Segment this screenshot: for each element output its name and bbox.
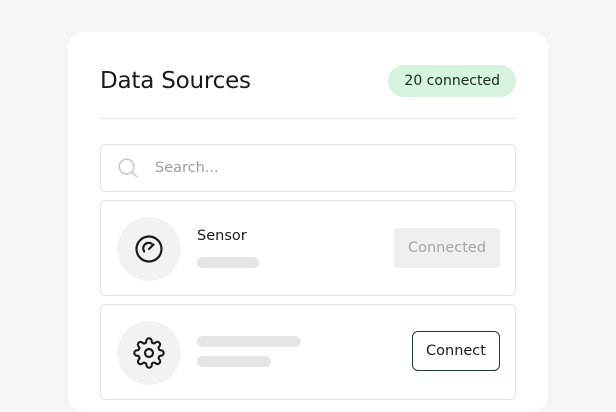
connected-count-badge: 20 connected xyxy=(388,65,516,97)
card-header: Data Sources 20 connected xyxy=(100,64,516,98)
search-box[interactable] xyxy=(100,144,516,192)
connected-button[interactable]: Connected xyxy=(394,228,500,268)
gear-icon xyxy=(133,337,165,369)
source-name: Sensor xyxy=(197,228,247,244)
page-title: Data Sources xyxy=(100,68,251,94)
connect-button[interactable]: Connect xyxy=(412,331,500,371)
source-avatar xyxy=(117,217,181,281)
search-input[interactable] xyxy=(155,160,495,176)
source-description-placeholder xyxy=(197,257,259,268)
search-icon xyxy=(118,158,138,178)
source-row-sensor: Sensor Connected xyxy=(100,200,516,296)
gauge-icon xyxy=(135,235,163,263)
header-divider xyxy=(100,118,516,119)
source-description-placeholder xyxy=(197,356,271,367)
source-row-settings: Connect xyxy=(100,304,516,400)
source-avatar xyxy=(117,321,181,385)
data-sources-card: Data Sources 20 connected Sensor Connect… xyxy=(68,32,548,412)
source-name-placeholder xyxy=(197,336,301,347)
